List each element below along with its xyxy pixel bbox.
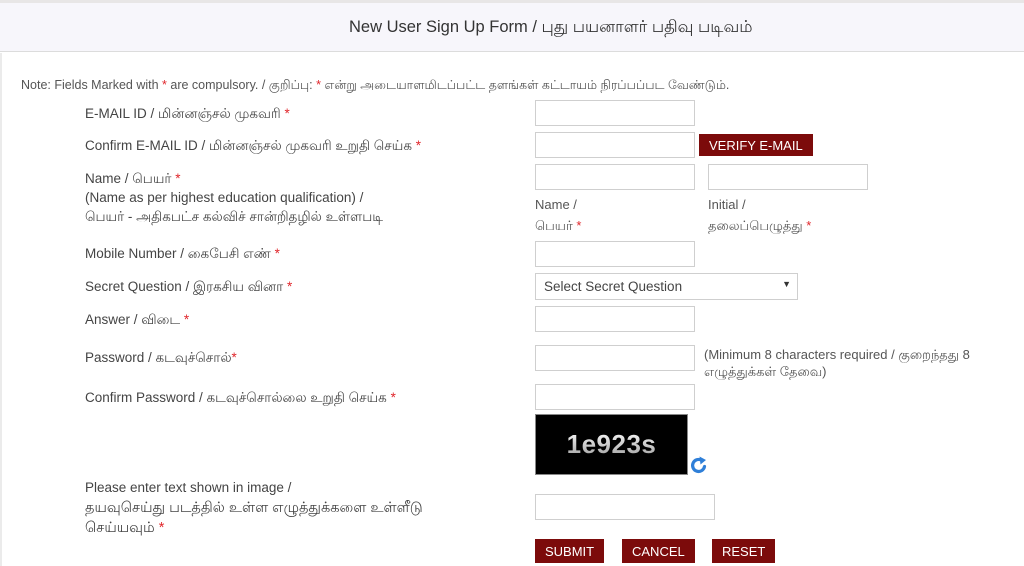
password-hint: (Minimum 8 characters required / குறைந்த… <box>704 347 970 379</box>
name-label-line2: (Name as per highest education qualifica… <box>85 190 364 205</box>
required-star: * <box>390 390 396 405</box>
secret-question-select[interactable]: Select Secret Question ▼ <box>535 273 798 300</box>
reset-button[interactable]: RESET <box>712 539 776 563</box>
email-label: E-MAIL ID / மின்னஞ்சல் முகவரி * <box>85 104 290 123</box>
answer-label-text: Answer / விடை <box>85 312 184 327</box>
answer-label: Answer / விடை * <box>85 310 189 329</box>
initial-sublabel: Initial / தலைப்பெழுத்து * <box>708 194 811 236</box>
form-header: New User Sign Up Form / புது பயனாளர் பதி… <box>0 3 1024 52</box>
captcha-label: Please enter text shown in image / தயவுச… <box>85 478 423 538</box>
mobile-label-text: Mobile Number / கைபேசி எண் <box>85 246 275 261</box>
note-suffix: என்று அடையாளமிடப்பட்ட தளங்கள் கட்டாயம் ந… <box>321 78 730 92</box>
confirm-password-input[interactable] <box>535 384 695 410</box>
note-prefix: Note: Fields Marked with <box>21 78 163 92</box>
password-label-text: Password / கடவுச்சொல் <box>85 350 232 365</box>
required-star: * <box>175 171 181 186</box>
name-label-line1: Name / பெயர் <box>85 171 176 186</box>
page-title: New User Sign Up Form / புது பயனாளர் பதி… <box>349 18 753 36</box>
name-sublabel-line2: பெயர் <box>535 218 577 233</box>
answer-input[interactable] <box>535 306 695 332</box>
required-star: * <box>415 138 421 153</box>
name-sublabel: Name / பெயர் * <box>535 194 581 236</box>
note-middle: are compulsory. / குறிப்பு: <box>166 78 317 92</box>
name-label-line3: பெயர் - அதிகபட்ச கல்விச் சான்றிதழில் உள்… <box>85 209 383 224</box>
confirm-email-label-text: Confirm E-MAIL ID / மின்னஞ்சல் முகவரி உற… <box>85 138 416 153</box>
captcha-label-line2: தயவுசெய்து படத்தில் உள்ள எழுத்துக்களை உள… <box>85 500 423 516</box>
cancel-button[interactable]: CANCEL <box>622 539 695 563</box>
confirm-email-label: Confirm E-MAIL ID / மின்னஞ்சல் முகவரி உற… <box>85 136 421 155</box>
name-input[interactable] <box>535 164 695 190</box>
confirm-password-label: Confirm Password / கடவுச்சொல்லை உறுதி செ… <box>85 388 396 407</box>
mobile-label: Mobile Number / கைபேசி எண் * <box>85 244 280 263</box>
required-star: * <box>231 350 237 365</box>
captcha-text: 1e923s <box>566 429 657 459</box>
required-star: * <box>576 218 582 233</box>
name-label: Name / பெயர் * (Name as per highest educ… <box>85 169 383 226</box>
captcha-image: 1e923s <box>535 414 688 475</box>
mobile-input[interactable] <box>535 241 695 267</box>
captcha-input[interactable] <box>535 494 715 520</box>
compulsory-note: Note: Fields Marked with * are compulsor… <box>21 78 729 94</box>
submit-button[interactable]: SUBMIT <box>535 539 605 563</box>
required-star: * <box>183 312 190 327</box>
secret-question-selected: Select Secret Question <box>544 279 683 294</box>
secret-question-label-text: Secret Question / இரகசிய வினா <box>85 279 287 294</box>
required-star: * <box>284 106 290 121</box>
initial-sublabel-line2: தலைப்பெழுத்து <box>708 218 807 233</box>
captcha-label-line3: செய்யவும் <box>85 520 159 536</box>
email-input[interactable] <box>535 100 695 126</box>
verify-email-button[interactable]: VERIFY E-MAIL <box>699 134 813 156</box>
required-star: * <box>286 279 293 294</box>
name-sublabel-line1: Name / <box>535 197 577 212</box>
confirm-password-label-text: Confirm Password / கடவுச்சொல்லை உறுதி செ… <box>85 390 391 405</box>
email-label-text: E-MAIL ID / மின்னஞ்சல் முகவரி <box>85 106 285 121</box>
required-star: * <box>274 246 280 261</box>
confirm-email-input[interactable] <box>535 132 695 158</box>
chevron-down-icon: ▼ <box>782 279 791 289</box>
secret-question-label: Secret Question / இரகசிய வினா * <box>85 277 292 296</box>
required-star: * <box>806 218 812 233</box>
refresh-captcha-icon[interactable] <box>689 455 709 475</box>
initial-input[interactable] <box>708 164 868 190</box>
password-input[interactable] <box>535 345 695 371</box>
required-star: * <box>158 520 165 536</box>
initial-sublabel-line1: Initial / <box>708 197 746 212</box>
password-label: Password / கடவுச்சொல்* <box>85 348 237 367</box>
captcha-label-line1: Please enter text shown in image / <box>85 480 292 495</box>
left-border <box>0 53 2 566</box>
